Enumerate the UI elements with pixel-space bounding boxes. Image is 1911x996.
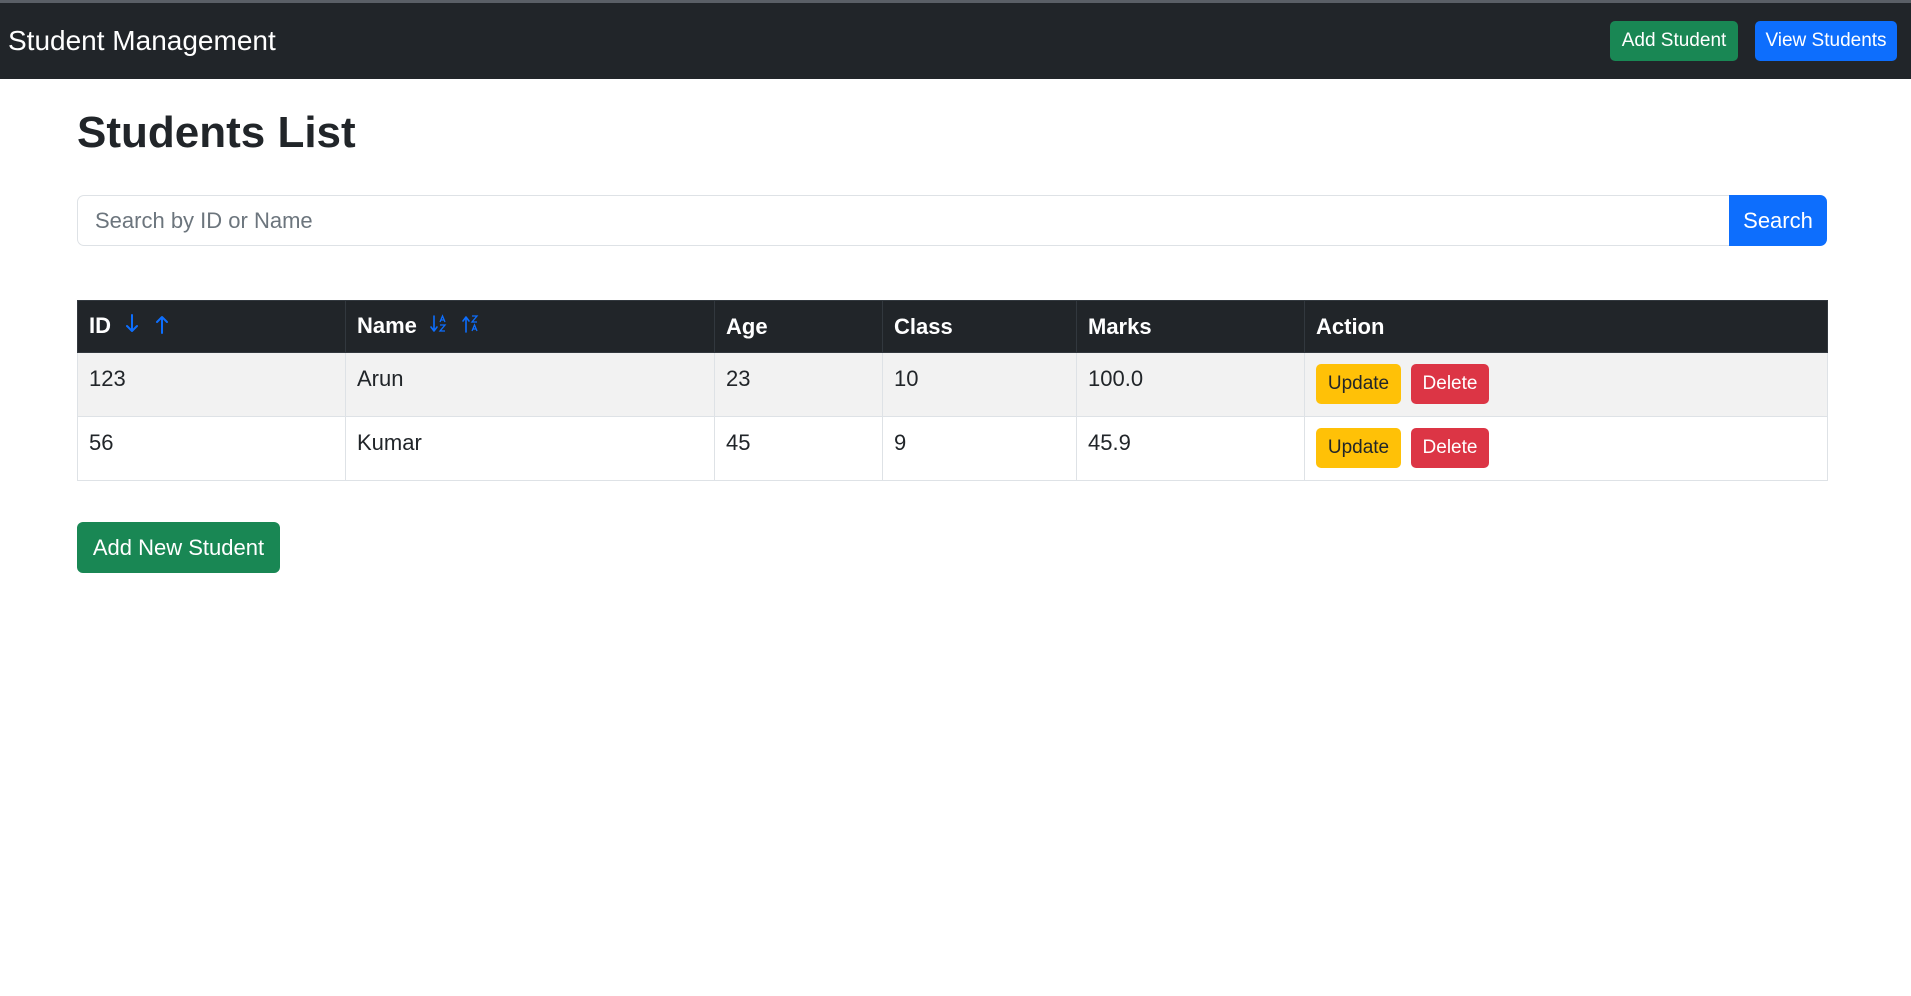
cell-id-value: 56: [89, 430, 114, 455]
cell-marks-value: 100.0: [1088, 366, 1144, 391]
add-new-student-button[interactable]: Add New Student: [77, 522, 280, 573]
cell-age: 23: [714, 352, 883, 417]
update-button[interactable]: Update: [1316, 364, 1401, 404]
column-header-age: Age: [714, 300, 883, 353]
column-header-class: Class: [882, 300, 1077, 353]
column-header-id: ID: [77, 300, 346, 353]
students-table: ID Name Age Class Marks Action 123 Arun …: [77, 300, 1828, 481]
cell-age-value: 45: [726, 430, 751, 455]
cell-id: 56: [77, 416, 346, 481]
cell-class-value: 9: [894, 430, 907, 455]
cell-class: 10: [882, 352, 1077, 417]
sort-alpha-up-icon[interactable]: [461, 314, 481, 340]
cell-id: 123: [77, 352, 346, 417]
search-input[interactable]: [77, 195, 1729, 246]
cell-action: Update Delete: [1304, 416, 1828, 481]
column-header-name-label: Name: [357, 312, 417, 338]
sort-alpha-down-icon[interactable]: [429, 314, 449, 340]
cell-class-value: 10: [894, 366, 919, 391]
navbar-brand[interactable]: Student Management: [8, 3, 276, 79]
page-title: Students List: [77, 108, 356, 157]
cell-name: Kumar: [345, 416, 715, 481]
cell-action: Update Delete: [1304, 352, 1828, 417]
table-row: 123 Arun 23 10 100.0 Update Delete: [77, 352, 1828, 417]
update-button[interactable]: Update: [1316, 428, 1401, 468]
search-button[interactable]: Search: [1729, 195, 1827, 246]
nav-add-student-button[interactable]: Add Student: [1610, 21, 1738, 61]
cell-marks-value: 45.9: [1088, 430, 1131, 455]
column-header-action: Action: [1304, 300, 1828, 353]
cell-age-value: 23: [726, 366, 751, 391]
cell-marks: 100.0: [1076, 352, 1305, 417]
navbar: Student Management Add Student View Stud…: [0, 3, 1911, 79]
cell-marks: 45.9: [1076, 416, 1305, 481]
column-header-id-label: ID: [89, 312, 111, 338]
cell-age: 45: [714, 416, 883, 481]
nav-view-students-button[interactable]: View Students: [1755, 21, 1897, 61]
cell-name-value: Arun: [357, 366, 404, 391]
arrow-up-icon[interactable]: [155, 314, 169, 340]
cell-class: 9: [882, 416, 1077, 481]
delete-button[interactable]: Delete: [1411, 364, 1489, 404]
table-header-row: ID Name Age Class Marks Action: [77, 300, 1828, 353]
arrow-down-icon[interactable]: [125, 314, 139, 340]
cell-id-value: 123: [89, 366, 126, 391]
cell-name-value: Kumar: [357, 430, 422, 455]
cell-name: Arun: [345, 352, 715, 417]
delete-button[interactable]: Delete: [1411, 428, 1489, 468]
table-row: 56 Kumar 45 9 45.9 Update Delete: [77, 416, 1828, 481]
column-header-name: Name: [345, 300, 715, 353]
column-header-marks: Marks: [1076, 300, 1305, 353]
